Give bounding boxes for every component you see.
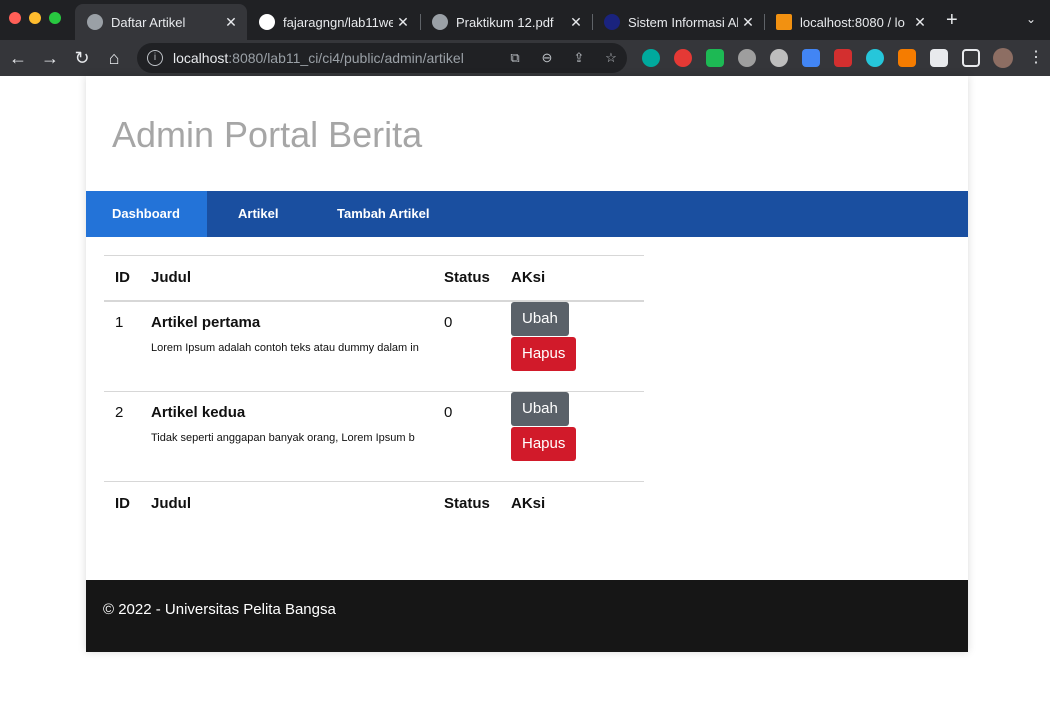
tab-close-icon[interactable]: ✕ xyxy=(738,14,758,31)
row-status: 0 xyxy=(444,403,453,421)
row-actions: Ubah Hapus xyxy=(500,391,644,481)
site-favicon-icon xyxy=(87,14,103,30)
window-close-button[interactable] xyxy=(9,12,21,24)
browser-tab-github[interactable]: fajaragngn/lab11web ✕ xyxy=(247,4,419,40)
page-container: Admin Portal Berita Dashboard Artikel Ta… xyxy=(86,76,968,652)
browser-tab-bar: Daftar Artikel ✕ fajaragngn/lab11web ✕ P… xyxy=(0,0,1050,40)
share-icon[interactable]: ⇪ xyxy=(563,50,595,66)
kebab-menu-icon[interactable]: ⋮ xyxy=(1024,46,1048,70)
article-excerpt: Tidak seperti anggapan banyak orang, Lor… xyxy=(151,431,415,444)
row-judul: Artikel kedua Tidak seperti anggapan ban… xyxy=(140,391,433,481)
browser-tab-phpmyadmin[interactable]: localhost:8080 / lo ✕ xyxy=(764,4,936,40)
browser-tab-pdf[interactable]: Praktikum 12.pdf ✕ xyxy=(420,4,592,40)
tab-close-icon[interactable]: ✕ xyxy=(910,14,930,31)
bookmark-star-icon[interactable]: ☆ xyxy=(595,50,627,66)
main-content: ID Judul Status AKsi 1 Artikel pertama L… xyxy=(86,237,968,526)
extension-gear-icon[interactable] xyxy=(770,49,788,67)
footer-header-judul: Judul xyxy=(140,480,433,526)
row-judul: Artikel pertama Lorem Ipsum adalah conto… xyxy=(140,300,433,392)
profile-avatar[interactable] xyxy=(993,48,1013,68)
nav-dashboard[interactable]: Dashboard xyxy=(86,191,207,237)
column-header-judul: Judul xyxy=(140,255,433,302)
table-row: 2 Artikel kedua Tidak seperti anggapan b… xyxy=(104,391,644,481)
extension-fox-icon[interactable] xyxy=(898,49,916,67)
address-bar[interactable]: i localhost:8080/lab11_ci/ci4/public/adm… xyxy=(137,43,627,73)
tab-label: Sistem Informasi Ak xyxy=(628,14,738,30)
extension-rocket-icon[interactable] xyxy=(834,49,852,67)
browser-toolbar: ← → ↻ ⌂ i localhost:8080/lab11_ci/ci4/pu… xyxy=(0,40,1050,76)
tab-label: Praktikum 12.pdf xyxy=(456,14,554,30)
extensions-puzzle-icon[interactable] xyxy=(930,49,948,67)
tab-search-chevron-icon[interactable]: ⌄ xyxy=(1026,12,1036,26)
nav-artikel[interactable]: Artikel xyxy=(207,191,307,237)
home-icon[interactable]: ⌂ xyxy=(102,46,126,70)
extension-color-wheel-icon[interactable] xyxy=(674,49,692,67)
row-status: 0 xyxy=(433,300,500,392)
main-nav: Dashboard Artikel Tambah Artikel xyxy=(86,191,968,237)
tab-close-icon[interactable]: ✕ xyxy=(566,14,586,31)
site-title: Admin Portal Berita xyxy=(112,114,423,155)
forward-arrow-icon[interactable]: → xyxy=(38,46,62,70)
article-title: Artikel kedua xyxy=(151,403,246,421)
edit-button[interactable]: Ubah xyxy=(511,391,569,426)
zoom-icon[interactable]: ⊖ xyxy=(531,50,563,66)
edit-button[interactable]: Ubah xyxy=(511,301,569,336)
footer-copyright: © 2022 - Universitas Pelita Bangsa xyxy=(103,601,336,618)
open-external-icon[interactable]: ⧉ xyxy=(499,50,531,66)
article-table: ID Judul Status AKsi 1 Artikel pertama L… xyxy=(104,255,644,526)
extension-circle-icon[interactable] xyxy=(738,49,756,67)
table-row: 1 Artikel pertama Lorem Ipsum adalah con… xyxy=(104,300,644,392)
footer-header-status: Status xyxy=(433,480,500,526)
footer-header-aksi: AKsi xyxy=(500,480,644,526)
globe-icon xyxy=(432,14,448,30)
github-icon xyxy=(259,14,275,30)
extension-translate-icon[interactable] xyxy=(802,49,820,67)
web-page: Admin Portal Berita Dashboard Artikel Ta… xyxy=(0,76,1050,727)
row-id: 2 xyxy=(115,403,124,421)
new-tab-icon[interactable]: + xyxy=(946,9,958,32)
site-favicon-icon xyxy=(604,14,620,30)
footer-header-id: ID xyxy=(104,480,140,526)
nav-tambah-artikel[interactable]: Tambah Artikel xyxy=(307,191,447,237)
url-path: :8080/lab11_ci/ci4/public/admin/artikel xyxy=(228,50,464,66)
tab-close-icon[interactable]: ✕ xyxy=(393,14,413,31)
row-actions: Ubah Hapus xyxy=(500,300,644,392)
phpmyadmin-icon xyxy=(776,14,792,30)
back-arrow-icon[interactable]: ← xyxy=(6,46,30,70)
column-header-aksi: AKsi xyxy=(500,255,644,302)
extension-diamond-icon[interactable] xyxy=(866,49,884,67)
tab-label: Daftar Artikel xyxy=(111,14,186,30)
row-id: 1 xyxy=(104,300,140,392)
delete-button[interactable]: Hapus xyxy=(511,426,577,461)
reload-icon[interactable]: ↻ xyxy=(70,46,94,70)
window-maximize-button[interactable] xyxy=(49,12,61,24)
article-excerpt: Lorem Ipsum adalah contoh teks atau dumm… xyxy=(151,341,419,354)
column-header-status: Status xyxy=(433,255,500,302)
article-title: Artikel pertama xyxy=(151,313,261,331)
site-info-icon[interactable]: i xyxy=(147,50,163,66)
url-host: localhost xyxy=(173,50,229,66)
window-minimize-button[interactable] xyxy=(29,12,41,24)
extension-n-icon[interactable] xyxy=(706,49,724,67)
extension-m-icon[interactable] xyxy=(642,49,660,67)
tab-label: localhost:8080 / lo xyxy=(800,14,905,30)
url-text[interactable]: localhost:8080/lab11_ci/ci4/public/admin… xyxy=(173,50,499,66)
tab-label: fajaragngn/lab11web xyxy=(283,14,393,30)
browser-tab-sistem-informasi[interactable]: Sistem Informasi Ak ✕ xyxy=(592,4,764,40)
column-header-id: ID xyxy=(104,255,140,302)
site-footer: © 2022 - Universitas Pelita Bangsa xyxy=(86,580,968,652)
site-header: Admin Portal Berita xyxy=(86,76,968,191)
browser-tab-daftar-artikel[interactable]: Daftar Artikel ✕ xyxy=(75,4,247,40)
side-panel-icon[interactable] xyxy=(962,49,980,67)
tab-close-icon[interactable]: ✕ xyxy=(221,14,241,31)
delete-button[interactable]: Hapus xyxy=(511,336,577,371)
